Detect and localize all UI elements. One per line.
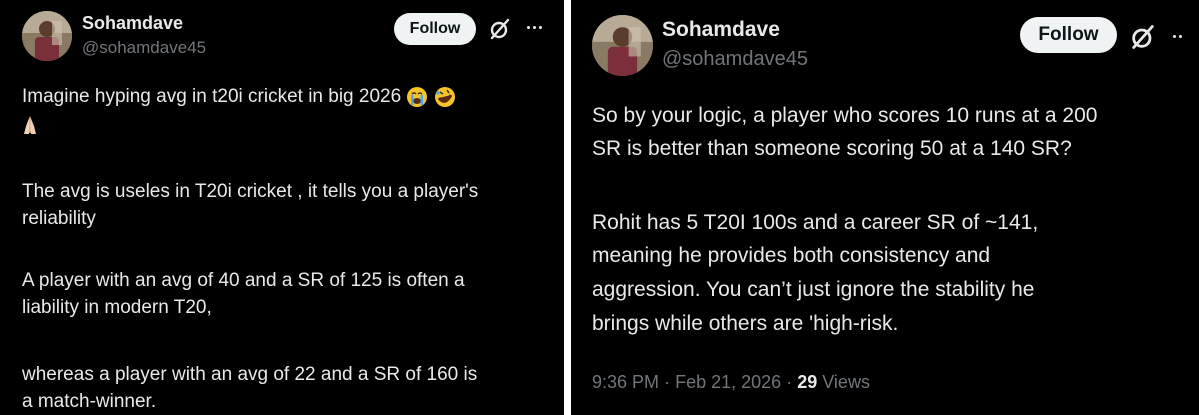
- tweet-text: The avg is useles in T20i cricket , it t…: [22, 181, 479, 202]
- tweet-text: Rohit has 5 T20I 100s and a career SR of…: [592, 211, 1039, 234]
- tweet-text: aggression. You can’t just ignore the st…: [592, 278, 1035, 301]
- avatar[interactable]: [22, 11, 72, 61]
- tweet-text: a match-winner.: [22, 391, 157, 412]
- tweet-text-line: Imagine hyping avg in t20i cricket in bi…: [22, 84, 456, 110]
- author-name[interactable]: Sohamdave: [82, 13, 183, 34]
- avatar-image: [22, 11, 72, 61]
- tweet-text: Imagine hyping avg in t20i cricket in bi…: [22, 86, 402, 107]
- avatar[interactable]: [592, 15, 653, 76]
- author-name[interactable]: Sohamdave: [662, 18, 780, 42]
- grok-icon[interactable]: [488, 17, 512, 41]
- folded-hands-emoji: [20, 112, 40, 138]
- follow-button[interactable]: Follow: [1020, 17, 1117, 53]
- divider-mark: [600, 0, 603, 14]
- separator: ·: [786, 372, 793, 392]
- tweet-text: reliability: [22, 208, 96, 229]
- author-handle[interactable]: @sohamdave45: [82, 38, 206, 58]
- tweet-metadata: 9:36 PM · Feb 21, 2026 · 29 Views: [592, 370, 870, 394]
- tweet-date[interactable]: Feb 21, 2026: [675, 372, 781, 392]
- tweet-text: liability in modern T20,: [22, 297, 212, 318]
- views-label: Views: [822, 372, 870, 392]
- tweet-text: A player with an avg of 40 and a SR of 1…: [22, 270, 465, 291]
- author-handle[interactable]: @sohamdave45: [662, 48, 808, 71]
- tweet-text: meaning he provides both consistency and: [592, 244, 991, 267]
- more-options-icon[interactable]: [1171, 26, 1199, 46]
- loudly-crying-face-emoji: [406, 86, 428, 108]
- tweet-text: brings while others are 'high-risk.: [592, 312, 899, 335]
- more-options-icon[interactable]: [522, 17, 546, 37]
- rolling-on-floor-laughing-emoji: [434, 86, 456, 108]
- follow-button[interactable]: Follow: [394, 13, 476, 45]
- separator: ·: [664, 372, 671, 392]
- grok-icon[interactable]: [1129, 23, 1157, 51]
- tweet-text: SR is better than someone scoring 50 at …: [592, 137, 1072, 160]
- tweet-time[interactable]: 9:36 PM: [592, 372, 659, 392]
- tweet-text: whereas a player with an avg of 22 and a…: [22, 364, 478, 385]
- tweet-text: So by your logic, a player who scores 10…: [592, 104, 1098, 127]
- right-tweet: Sohamdave @sohamdave45 Follow So by your…: [571, 0, 1199, 415]
- avatar-image: [592, 15, 653, 76]
- screenshot-stage: Sohamdave @sohamdave45 Follow Imagine hy…: [0, 0, 1199, 415]
- left-tweet: Sohamdave @sohamdave45 Follow Imagine hy…: [0, 0, 564, 415]
- views-count: 29: [797, 372, 818, 392]
